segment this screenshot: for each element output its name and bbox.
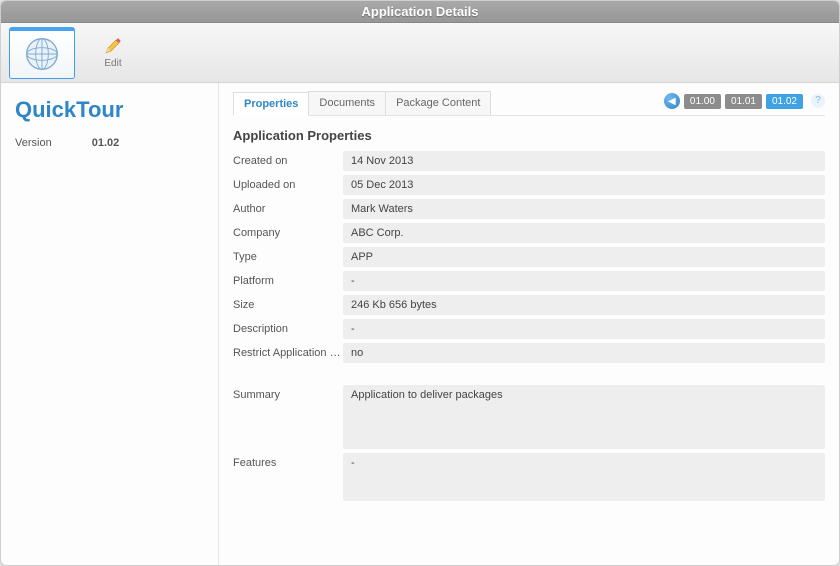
prop-company: Company ABC Corp.	[233, 223, 825, 243]
value-size: 246 Kb 656 bytes	[343, 295, 825, 315]
chevron-left-icon: ◀	[668, 96, 676, 107]
edit-button[interactable]: Edit	[95, 32, 131, 73]
prop-size: Size 246 Kb 656 bytes	[233, 295, 825, 315]
version-row: Version 01.02	[15, 137, 204, 149]
label-author: Author	[233, 199, 343, 215]
label-platform: Platform	[233, 271, 343, 287]
label-summary: Summary	[233, 385, 343, 401]
prop-summary: Summary Application to deliver packages	[233, 385, 825, 449]
value-created-on: 14 Nov 2013	[343, 151, 825, 171]
value-description: -	[343, 319, 825, 339]
globe-icon	[24, 36, 60, 72]
prop-uploaded-on: Uploaded on 05 Dec 2013	[233, 175, 825, 195]
version-label: Version	[15, 137, 52, 149]
prop-restrict: Restrict Application to... no	[233, 343, 825, 363]
value-author: Mark Waters	[343, 199, 825, 219]
prop-description: Description -	[233, 319, 825, 339]
tabs: Properties Documents Package Content	[233, 91, 490, 115]
value-uploaded-on: 05 Dec 2013	[343, 175, 825, 195]
pencil-icon	[103, 36, 123, 56]
value-type: APP	[343, 247, 825, 267]
label-uploaded-on: Uploaded on	[233, 175, 343, 191]
tab-properties[interactable]: Properties	[233, 92, 309, 116]
label-features: Features	[233, 453, 343, 469]
app-icon[interactable]	[9, 27, 75, 79]
version-chip-0[interactable]: 01.00	[684, 94, 721, 109]
value-summary: Application to deliver packages	[343, 385, 825, 449]
sidebar: QuickTour Version 01.02	[1, 83, 219, 565]
window-title: Application Details	[1, 1, 839, 23]
value-restrict: no	[343, 343, 825, 363]
value-features: -	[343, 453, 825, 501]
main-panel: Properties Documents Package Content ◀ 0…	[219, 83, 839, 565]
prop-author: Author Mark Waters	[233, 199, 825, 219]
help-icon: ?	[815, 95, 821, 106]
version-chip-1[interactable]: 01.01	[725, 94, 762, 109]
label-description: Description	[233, 319, 343, 335]
prop-features: Features -	[233, 453, 825, 501]
help-button[interactable]: ?	[811, 94, 825, 108]
version-value: 01.02	[92, 137, 120, 149]
label-created-on: Created on	[233, 151, 343, 167]
toolbar: Edit	[1, 23, 839, 83]
value-platform: -	[343, 271, 825, 291]
app-title: QuickTour	[15, 97, 204, 123]
edit-label: Edit	[104, 58, 121, 69]
prop-created-on: Created on 14 Nov 2013	[233, 151, 825, 171]
version-chip-2[interactable]: 01.02	[766, 94, 803, 109]
application-details-window: Application Details Edit QuickTour Ve	[0, 0, 840, 566]
prop-type: Type APP	[233, 247, 825, 267]
label-type: Type	[233, 247, 343, 263]
label-size: Size	[233, 295, 343, 311]
prev-version-button[interactable]: ◀	[664, 93, 680, 109]
tab-package-content[interactable]: Package Content	[385, 91, 491, 115]
tab-documents[interactable]: Documents	[308, 91, 386, 115]
prop-platform: Platform -	[233, 271, 825, 291]
version-navigator: ◀ 01.00 01.01 01.02 ?	[664, 93, 825, 113]
label-restrict: Restrict Application to...	[233, 343, 343, 359]
label-company: Company	[233, 223, 343, 239]
section-title: Application Properties	[233, 128, 825, 143]
value-company: ABC Corp.	[343, 223, 825, 243]
